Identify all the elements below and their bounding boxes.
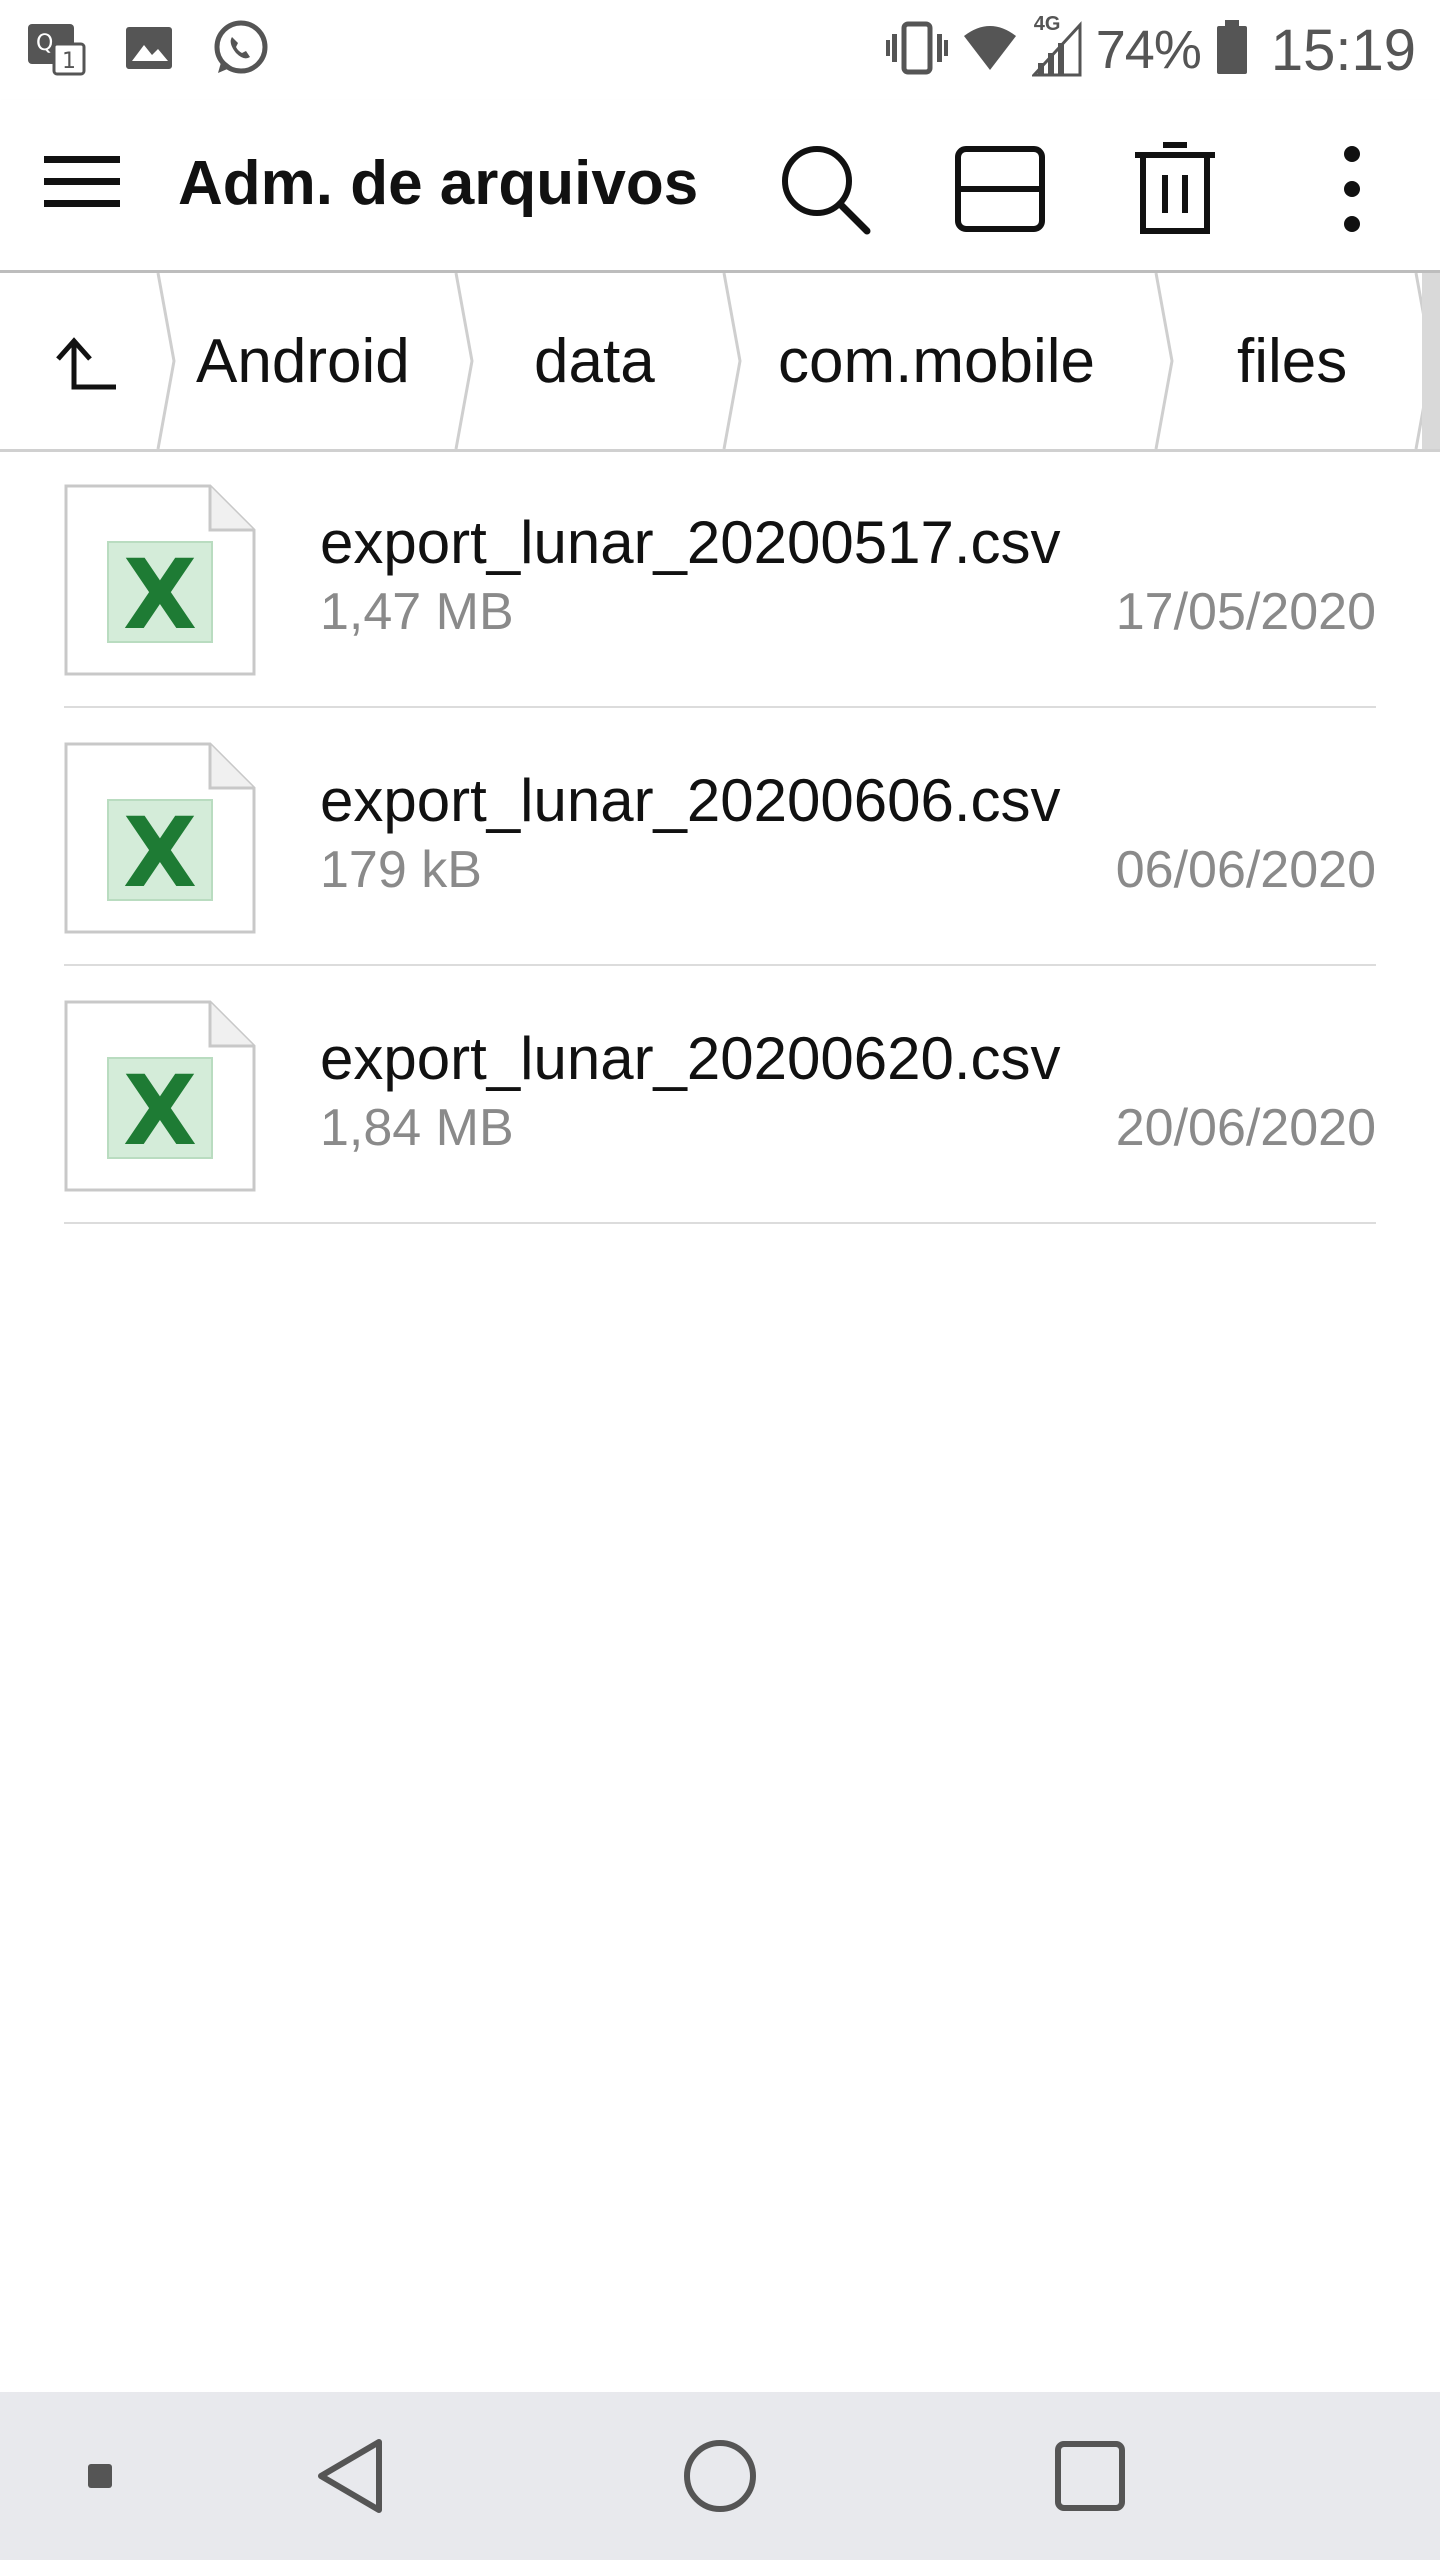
list-divider bbox=[64, 964, 1376, 966]
status-bar: Q 1 4G 74% 15:19 bbox=[0, 0, 1440, 100]
wifi-icon bbox=[962, 24, 1018, 77]
more-vert-icon bbox=[1344, 146, 1360, 232]
back-icon bbox=[318, 2439, 382, 2513]
nav-dot-button[interactable] bbox=[60, 2392, 140, 2560]
svg-text:1: 1 bbox=[62, 49, 76, 74]
svg-text:X: X bbox=[123, 539, 197, 651]
menu-button[interactable] bbox=[44, 154, 132, 218]
search-button[interactable] bbox=[770, 134, 880, 244]
recents-icon bbox=[1055, 2441, 1125, 2511]
network-type-label: 4G bbox=[1033, 12, 1061, 35]
file-list-item[interactable]: X export_lunar_20200620.csv 1,84 MB 20/0… bbox=[64, 968, 1376, 1224]
delete-button[interactable] bbox=[1120, 134, 1230, 244]
breadcrumb-scroll-indicator bbox=[1422, 273, 1440, 449]
file-list-item[interactable]: X export_lunar_20200606.csv 179 kB 06/06… bbox=[64, 710, 1376, 966]
file-size: 1,47 MB bbox=[320, 583, 514, 641]
app-title: Adm. de arquivos bbox=[178, 149, 699, 218]
excel-file-icon: X bbox=[64, 742, 256, 934]
whatsapp-icon bbox=[212, 19, 270, 82]
file-name: export_lunar_20200606.csv bbox=[320, 767, 1061, 834]
navigate-up-button[interactable] bbox=[50, 329, 122, 401]
file-date: 17/05/2020 bbox=[1115, 583, 1376, 641]
breadcrumb-item-files[interactable]: files bbox=[1237, 273, 1347, 449]
breadcrumb-item-data[interactable]: data bbox=[534, 273, 655, 449]
breadcrumb-separator bbox=[722, 273, 742, 449]
svg-text:X: X bbox=[123, 1055, 197, 1167]
navigation-bar bbox=[0, 2392, 1440, 2560]
file-list-item[interactable]: X export_lunar_20200517.csv 1,47 MB 17/0… bbox=[64, 452, 1376, 708]
excel-file-icon: X bbox=[64, 484, 256, 676]
app-bar: Adm. de arquivos bbox=[0, 100, 1440, 273]
list-divider bbox=[64, 1222, 1376, 1224]
list-divider bbox=[64, 706, 1376, 708]
status-left: Q 1 bbox=[28, 20, 270, 80]
file-name: export_lunar_20200620.csv bbox=[320, 1025, 1061, 1092]
home-icon bbox=[684, 2440, 756, 2512]
image-icon bbox=[124, 25, 174, 76]
file-date: 20/06/2020 bbox=[1115, 1099, 1376, 1157]
excel-file-icon: X bbox=[64, 1000, 256, 1192]
signal-icon: 4G bbox=[1030, 13, 1082, 82]
vibrate-icon bbox=[885, 20, 948, 81]
breadcrumb-separator bbox=[454, 273, 474, 449]
view-toggle-icon bbox=[955, 146, 1045, 232]
back-button[interactable] bbox=[290, 2392, 410, 2560]
hamburger-menu-icon bbox=[44, 156, 120, 207]
breadcrumb-separator bbox=[156, 273, 176, 449]
view-toggle-button[interactable] bbox=[945, 134, 1055, 244]
delete-icon bbox=[1135, 142, 1215, 234]
home-button[interactable] bbox=[660, 2392, 780, 2560]
status-right: 4G 74% 15:19 bbox=[885, 13, 1416, 86]
more-options-button[interactable] bbox=[1297, 134, 1407, 244]
file-name: export_lunar_20200517.csv bbox=[320, 509, 1061, 576]
breadcrumb-item-com-mobile[interactable]: com.mobile bbox=[778, 273, 1095, 449]
recents-button[interactable] bbox=[1030, 2392, 1150, 2560]
arrow-up-icon bbox=[56, 337, 116, 390]
file-size: 1,84 MB bbox=[320, 1099, 514, 1157]
battery-icon bbox=[1215, 19, 1249, 81]
file-date: 06/06/2020 bbox=[1115, 841, 1376, 899]
breadcrumb-item-android[interactable]: Android bbox=[196, 273, 410, 449]
svg-text:Q: Q bbox=[36, 31, 53, 56]
breadcrumb-separator bbox=[1154, 273, 1174, 449]
battery-percent: 74% bbox=[1095, 20, 1202, 80]
clock: 15:19 bbox=[1270, 17, 1416, 83]
translate-badge-icon: Q 1 bbox=[28, 20, 86, 81]
dot-icon bbox=[88, 2464, 112, 2488]
svg-text:X: X bbox=[123, 797, 197, 909]
search-icon bbox=[782, 146, 871, 235]
file-size: 179 kB bbox=[320, 841, 482, 899]
breadcrumb: Android data com.mobile files bbox=[0, 273, 1440, 452]
